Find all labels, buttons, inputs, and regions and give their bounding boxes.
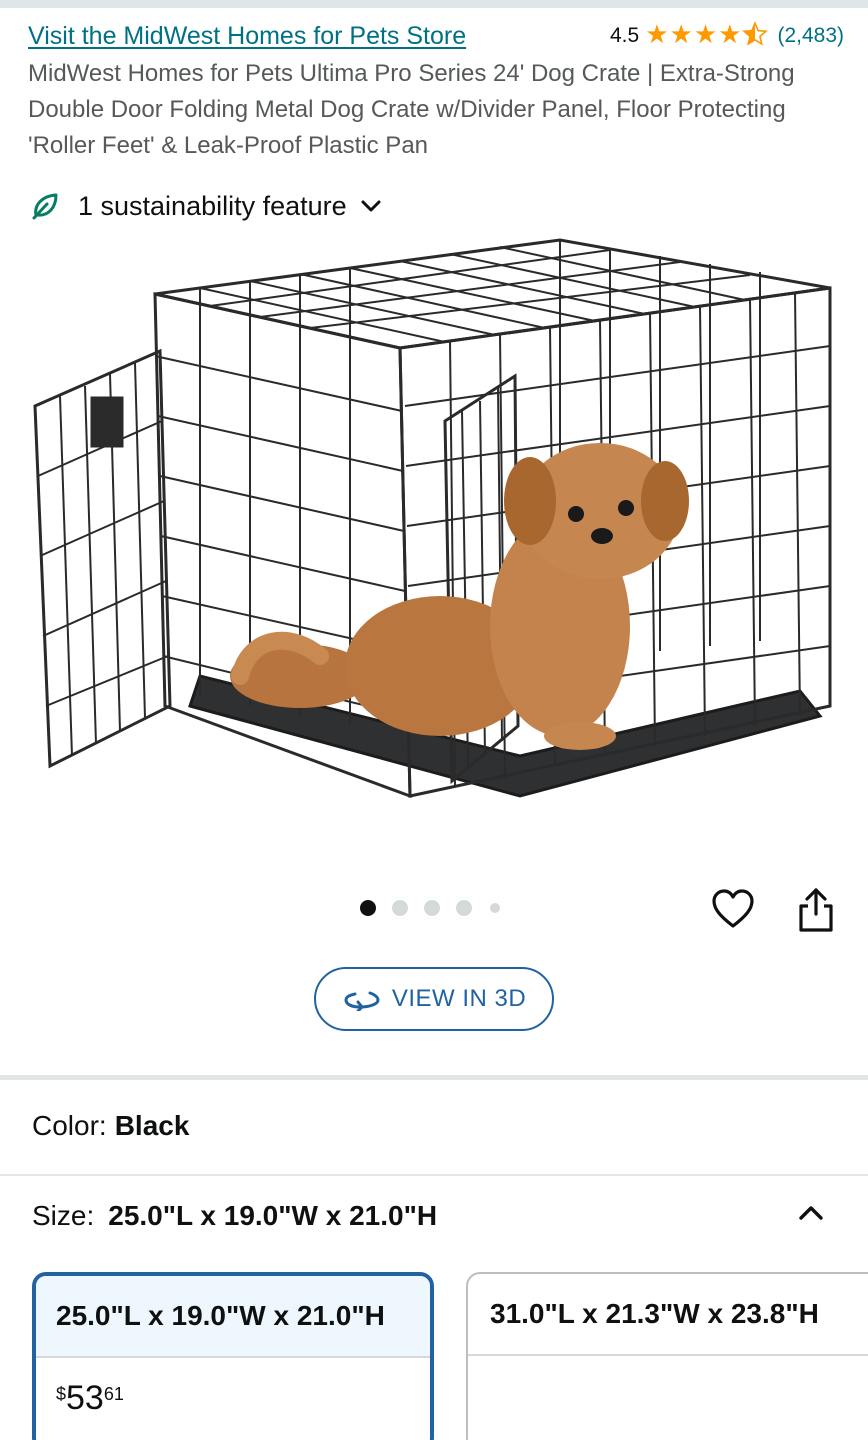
size-option[interactable]: 31.0"L x 21.3"W x 23.8"H [466, 1272, 868, 1440]
product-image[interactable] [0, 236, 868, 846]
size-value: 25.0"L x 19.0"W x 21.0"H [108, 1200, 438, 1231]
carousel-dot[interactable] [456, 900, 472, 916]
carousel-dot[interactable] [392, 900, 408, 916]
carousel-dot-active[interactable] [360, 900, 376, 916]
row-divider [0, 1174, 868, 1176]
top-strip [0, 0, 868, 8]
price-fraction: 61 [103, 1384, 124, 1404]
chevron-up-icon[interactable] [794, 1196, 828, 1230]
rating-summary[interactable]: 4.5 ★ ★ ★ ★ (2,483) [610, 21, 844, 51]
sustainability-toggle[interactable]: 1 sustainability feature [30, 186, 385, 226]
share-icon[interactable] [794, 886, 838, 934]
product-title: MidWest Homes for Pets Ultima Pro Series… [28, 60, 795, 159]
size-option-label: 31.0"L x 21.3"W x 23.8"H [468, 1274, 868, 1356]
price-whole: 53 [66, 1379, 104, 1417]
view-in-3d-label: VIEW IN 3D [391, 985, 527, 1012]
star-icon: ★ [645, 19, 669, 49]
color-label: Color: [32, 1110, 107, 1141]
chevron-down-icon [361, 200, 381, 212]
size-option-label: 25.0"L x 19.0"W x 21.0"H [36, 1276, 430, 1358]
star-icon: ★ [669, 19, 693, 49]
rotate-3d-icon [344, 991, 380, 1011]
carousel-dot[interactable] [490, 903, 500, 913]
size-option-price: $ 53 61 [36, 1358, 430, 1418]
heart-icon[interactable] [710, 886, 756, 932]
section-divider [0, 1075, 868, 1080]
leaf-icon [32, 193, 58, 220]
rating-count: (2,483) [777, 24, 844, 47]
color-selector: Color: Black [32, 1110, 189, 1142]
sustainability-label: 1 sustainability feature [78, 190, 347, 221]
view-in-3d-button[interactable]: VIEW IN 3D [314, 967, 554, 1031]
price-symbol: $ [56, 1384, 67, 1404]
store-row: Visit the MidWest Homes for Pets Store 4… [28, 18, 844, 54]
star-rating-icon: ★ ★ ★ ★ [645, 21, 769, 51]
store-link[interactable]: Visit the MidWest Homes for Pets Store [28, 22, 466, 51]
carousel-dots [360, 900, 516, 916]
color-value: Black [114, 1110, 190, 1141]
rating-value: 4.5 [610, 24, 640, 47]
size-selector[interactable]: Size: 25.0"L x 19.0"W x 21.0"H [32, 1200, 437, 1232]
carousel-dot[interactable] [424, 900, 440, 916]
star-icon: ★ [693, 19, 718, 49]
star-icon: ★ [718, 19, 742, 49]
half-star-icon [742, 21, 769, 51]
size-option-selected[interactable]: 25.0"L x 19.0"W x 21.0"H $ 53 61 [32, 1272, 434, 1440]
size-label: Size: [32, 1200, 95, 1231]
